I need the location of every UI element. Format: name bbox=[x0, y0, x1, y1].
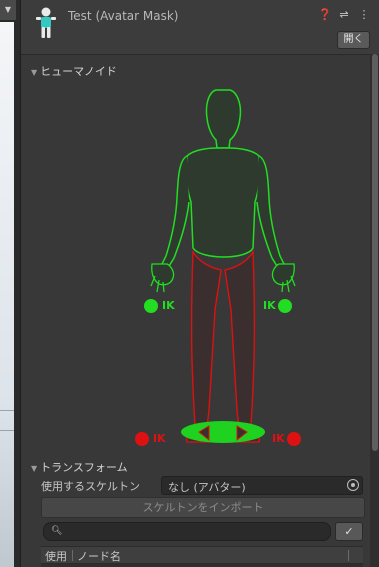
left-hand-part[interactable] bbox=[150, 263, 175, 293]
foldout-arrow-icon: ▼ bbox=[31, 68, 38, 77]
transform-foldout[interactable]: ▼ トランスフォーム bbox=[31, 459, 128, 475]
scene-preview bbox=[0, 22, 14, 567]
ik-left-hand-label: IK bbox=[162, 299, 175, 312]
ik-right-foot-label: IK bbox=[272, 432, 285, 445]
right-arm-part[interactable] bbox=[256, 155, 286, 267]
ik-right-hand-label: IK bbox=[263, 299, 276, 312]
left-leg-part[interactable] bbox=[190, 249, 222, 429]
head-part[interactable] bbox=[205, 89, 242, 149]
root-part[interactable] bbox=[181, 421, 265, 443]
left-arm-part[interactable] bbox=[160, 155, 190, 267]
right-hand-part[interactable] bbox=[271, 263, 296, 293]
ik-right-foot-dot[interactable] bbox=[287, 432, 301, 446]
search-input[interactable]: 🔍︎ bbox=[43, 522, 331, 541]
node-table-header: 使用 ノード名 bbox=[41, 546, 363, 564]
check-all-button[interactable]: ✓ bbox=[335, 522, 363, 541]
import-skeleton-button[interactable]: スケルトンをインポート bbox=[41, 497, 365, 518]
ik-left-hand-dot[interactable] bbox=[144, 299, 158, 313]
search-icon: 🔍︎ bbox=[51, 526, 63, 536]
skeleton-value: なし (アバター) bbox=[168, 481, 246, 494]
avatar-mask-icon bbox=[36, 7, 56, 38]
column-node-name[interactable]: ノード名 bbox=[77, 548, 121, 564]
asset-title: Test (Avatar Mask) bbox=[68, 9, 179, 23]
settings-sliders-icon[interactable]: ⇌ bbox=[338, 9, 350, 21]
inspector-panel: Test (Avatar Mask) ❓ ⇌ ⋮ 開く ▼ ヒューマノイド IK… bbox=[20, 0, 379, 567]
object-picker-icon[interactable] bbox=[347, 479, 359, 491]
foldout-arrow-icon: ▼ bbox=[31, 464, 38, 473]
skeleton-label: 使用するスケルトン bbox=[41, 480, 140, 493]
grid-line bbox=[0, 430, 14, 431]
ik-left-foot-label: IK bbox=[153, 432, 166, 445]
skeleton-object-field[interactable]: なし (アバター) bbox=[161, 476, 363, 495]
help-icon[interactable]: ❓ bbox=[318, 9, 332, 21]
humanoid-foldout[interactable]: ▼ ヒューマノイド bbox=[31, 63, 117, 79]
column-divider bbox=[348, 550, 349, 561]
kebab-menu-icon[interactable]: ⋮ bbox=[358, 9, 370, 21]
column-use[interactable]: 使用 bbox=[45, 548, 67, 564]
humanoid-body-diagram bbox=[135, 89, 301, 446]
transform-section-label: トランスフォーム bbox=[40, 461, 128, 474]
dropdown-arrow-icon[interactable]: ▼ bbox=[0, 0, 16, 20]
ik-left-foot-dot[interactable] bbox=[135, 432, 149, 446]
scene-view-edge: ▼ bbox=[0, 0, 20, 567]
scrollbar-thumb[interactable] bbox=[372, 54, 378, 451]
right-leg-part[interactable] bbox=[224, 249, 256, 429]
grid-line bbox=[0, 410, 14, 411]
torso-part[interactable] bbox=[185, 147, 261, 258]
humanoid-section-label: ヒューマノイド bbox=[40, 65, 117, 78]
column-divider bbox=[72, 550, 73, 561]
ik-right-hand-dot[interactable] bbox=[278, 299, 292, 313]
open-button[interactable]: 開く bbox=[337, 31, 370, 49]
inspector-header: Test (Avatar Mask) ❓ ⇌ ⋮ 開く bbox=[21, 0, 379, 55]
vertical-scrollbar[interactable] bbox=[370, 54, 379, 567]
